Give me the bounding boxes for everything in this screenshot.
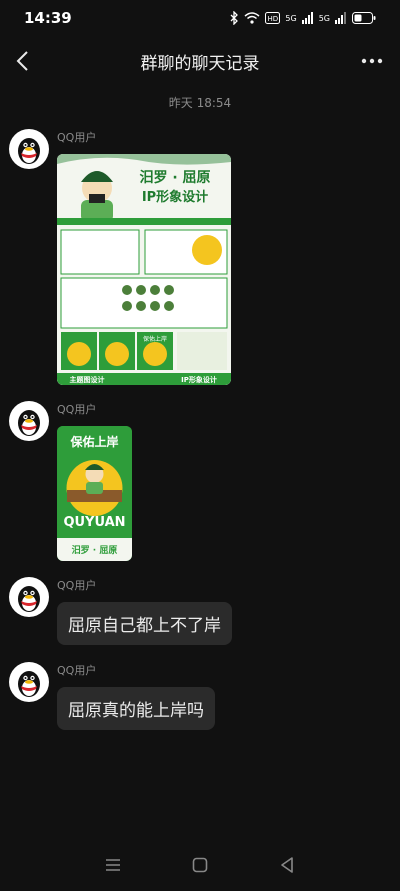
signal-icon-2 bbox=[335, 12, 346, 24]
avatar[interactable] bbox=[9, 401, 49, 441]
page-title: 群聊的聊天记录 bbox=[140, 53, 260, 74]
status-time: 14:39 bbox=[24, 9, 72, 27]
penguin-icon bbox=[18, 410, 40, 436]
home-icon[interactable] bbox=[190, 855, 210, 875]
poster-title-2: IP形象设计 bbox=[142, 189, 208, 205]
poster-badge: 保佑上岸 bbox=[143, 335, 167, 343]
penguin-icon bbox=[18, 138, 40, 164]
sender-name: QQ用户 bbox=[57, 579, 97, 592]
avatar[interactable] bbox=[9, 662, 49, 702]
sender-name: QQ用户 bbox=[57, 403, 97, 416]
sender-name: QQ用户 bbox=[57, 664, 97, 677]
chat-history[interactable]: 昨天 18:54 QQ用户 汨罗 · 屈原 IP形象设计 保佑上岸 主题图设计 … bbox=[0, 86, 400, 836]
poster-bottom-left: 主题图设计 bbox=[70, 375, 105, 384]
sticker-bottom-text: 汨罗 · 屈原 bbox=[72, 544, 118, 556]
poster-title-1: 汨罗 · 屈原 bbox=[139, 169, 210, 186]
signal-icon-1 bbox=[301, 12, 313, 24]
bluetooth-icon bbox=[230, 11, 239, 25]
back-triangle-icon[interactable] bbox=[277, 855, 297, 875]
penguin-icon bbox=[18, 671, 40, 697]
sticker-brand: QUYUAN bbox=[63, 515, 125, 530]
avatar[interactable] bbox=[9, 129, 49, 169]
wifi-icon bbox=[244, 12, 260, 24]
status-bar: 14:39 HD 5G 5G bbox=[0, 0, 400, 36]
avatar[interactable] bbox=[9, 577, 49, 617]
poster-bottom-right: IP形象设计 bbox=[181, 375, 217, 384]
sticker-image[interactable]: 保佑上岸 QUYUAN 汨罗 · 屈原 bbox=[57, 426, 132, 561]
message-timestamp: 昨天 18:54 bbox=[168, 96, 232, 110]
hd-icon: HD bbox=[265, 12, 281, 24]
poster-image[interactable]: 汨罗 · 屈原 IP形象设计 保佑上岸 主题图设计 IP形象设计 bbox=[57, 154, 231, 385]
network-label-1: 5G bbox=[285, 13, 297, 23]
sender-name: QQ用户 bbox=[57, 131, 97, 144]
svg-text:HD: HD bbox=[268, 15, 279, 23]
sticker-top-text: 保佑上岸 bbox=[69, 434, 118, 449]
battery-icon bbox=[352, 12, 376, 24]
more-options-button[interactable] bbox=[360, 49, 384, 73]
menu-icon[interactable] bbox=[103, 855, 123, 875]
chat-header: 群聊的聊天记录 bbox=[0, 36, 400, 86]
back-button[interactable] bbox=[12, 49, 36, 73]
status-icons: HD 5G 5G bbox=[229, 11, 376, 25]
network-label-2: 5G bbox=[318, 13, 330, 23]
penguin-icon bbox=[18, 586, 40, 612]
system-nav-bar bbox=[0, 839, 400, 891]
message-bubble[interactable]: 屈原真的能上岸吗 bbox=[57, 687, 215, 730]
message-bubble[interactable]: 屈原自己都上不了岸 bbox=[57, 602, 232, 645]
